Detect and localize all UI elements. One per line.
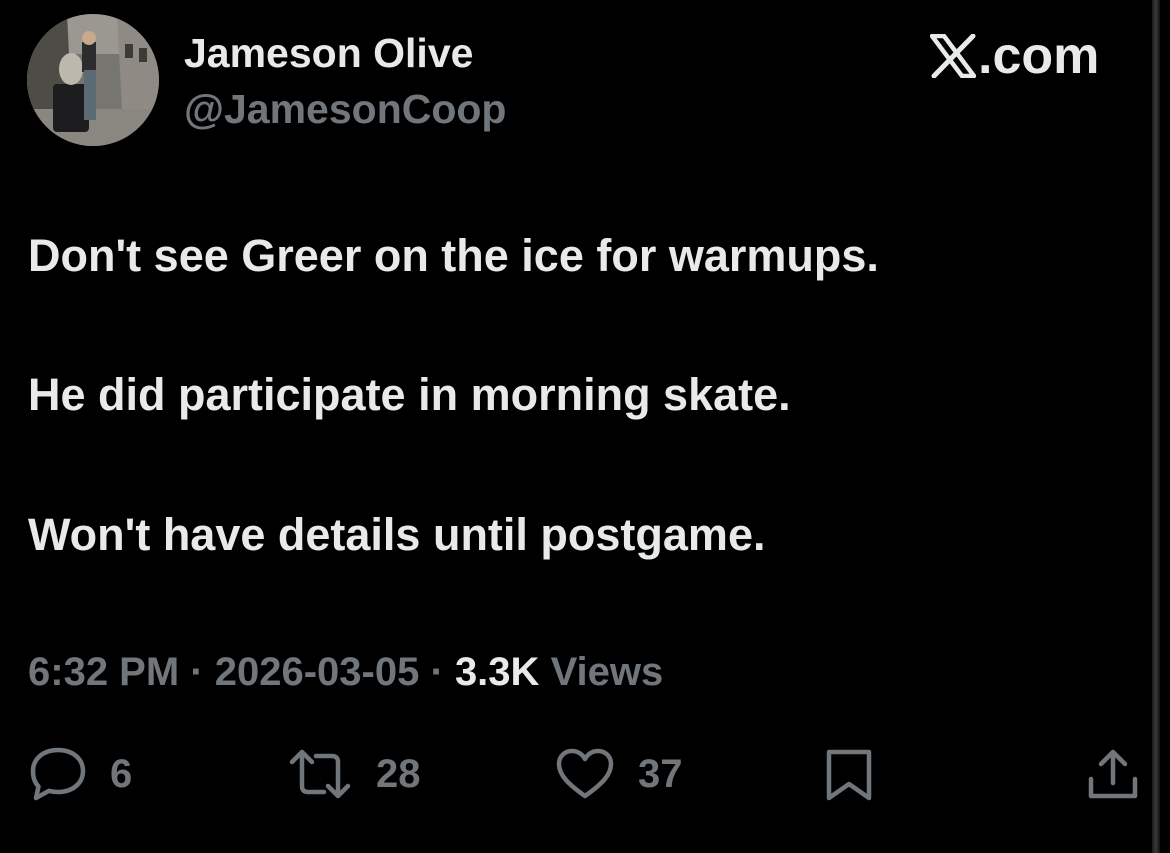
reply-icon bbox=[30, 747, 86, 801]
views-label: Views bbox=[550, 650, 664, 694]
scrollbar[interactable] bbox=[1152, 0, 1160, 853]
tweet-date[interactable]: 2026-03-05 bbox=[215, 650, 420, 694]
tweet-text-line-3: Won't have details until postgame. bbox=[28, 509, 766, 560]
meta-separator: · bbox=[190, 650, 204, 694]
reply-button[interactable]: 6 bbox=[28, 744, 132, 804]
tweet-meta: 6:32 PM · 2026-03-05 · 3.3K Views bbox=[28, 650, 663, 695]
views-count: 3.3K bbox=[454, 650, 540, 694]
logo-domain-text: .com bbox=[978, 27, 1100, 85]
bookmark-icon bbox=[826, 749, 872, 801]
tweet-text-line-1: Don't see Greer on the ice for warmups. bbox=[28, 230, 879, 281]
like-count: 37 bbox=[638, 751, 683, 796]
tweet-time[interactable]: 6:32 PM bbox=[28, 650, 179, 694]
meta-separator: · bbox=[430, 650, 444, 694]
user-handle[interactable]: @JamesonCoop bbox=[184, 86, 506, 133]
share-button[interactable] bbox=[1084, 744, 1142, 804]
tweet-text-line-2: He did participate in morning skate. bbox=[28, 369, 791, 420]
avatar[interactable] bbox=[27, 14, 159, 146]
reply-count: 6 bbox=[110, 751, 133, 796]
x-logo: .com bbox=[930, 27, 1100, 85]
bookmark-button[interactable] bbox=[822, 744, 876, 804]
share-icon bbox=[1088, 749, 1138, 799]
repost-button[interactable]: 28 bbox=[286, 744, 421, 804]
repost-icon bbox=[289, 749, 351, 799]
heart-icon bbox=[556, 748, 614, 799]
x-logo-icon bbox=[930, 34, 976, 78]
like-button[interactable]: 37 bbox=[554, 744, 683, 804]
display-name[interactable]: Jameson Olive bbox=[184, 30, 473, 77]
repost-count: 28 bbox=[376, 751, 421, 796]
